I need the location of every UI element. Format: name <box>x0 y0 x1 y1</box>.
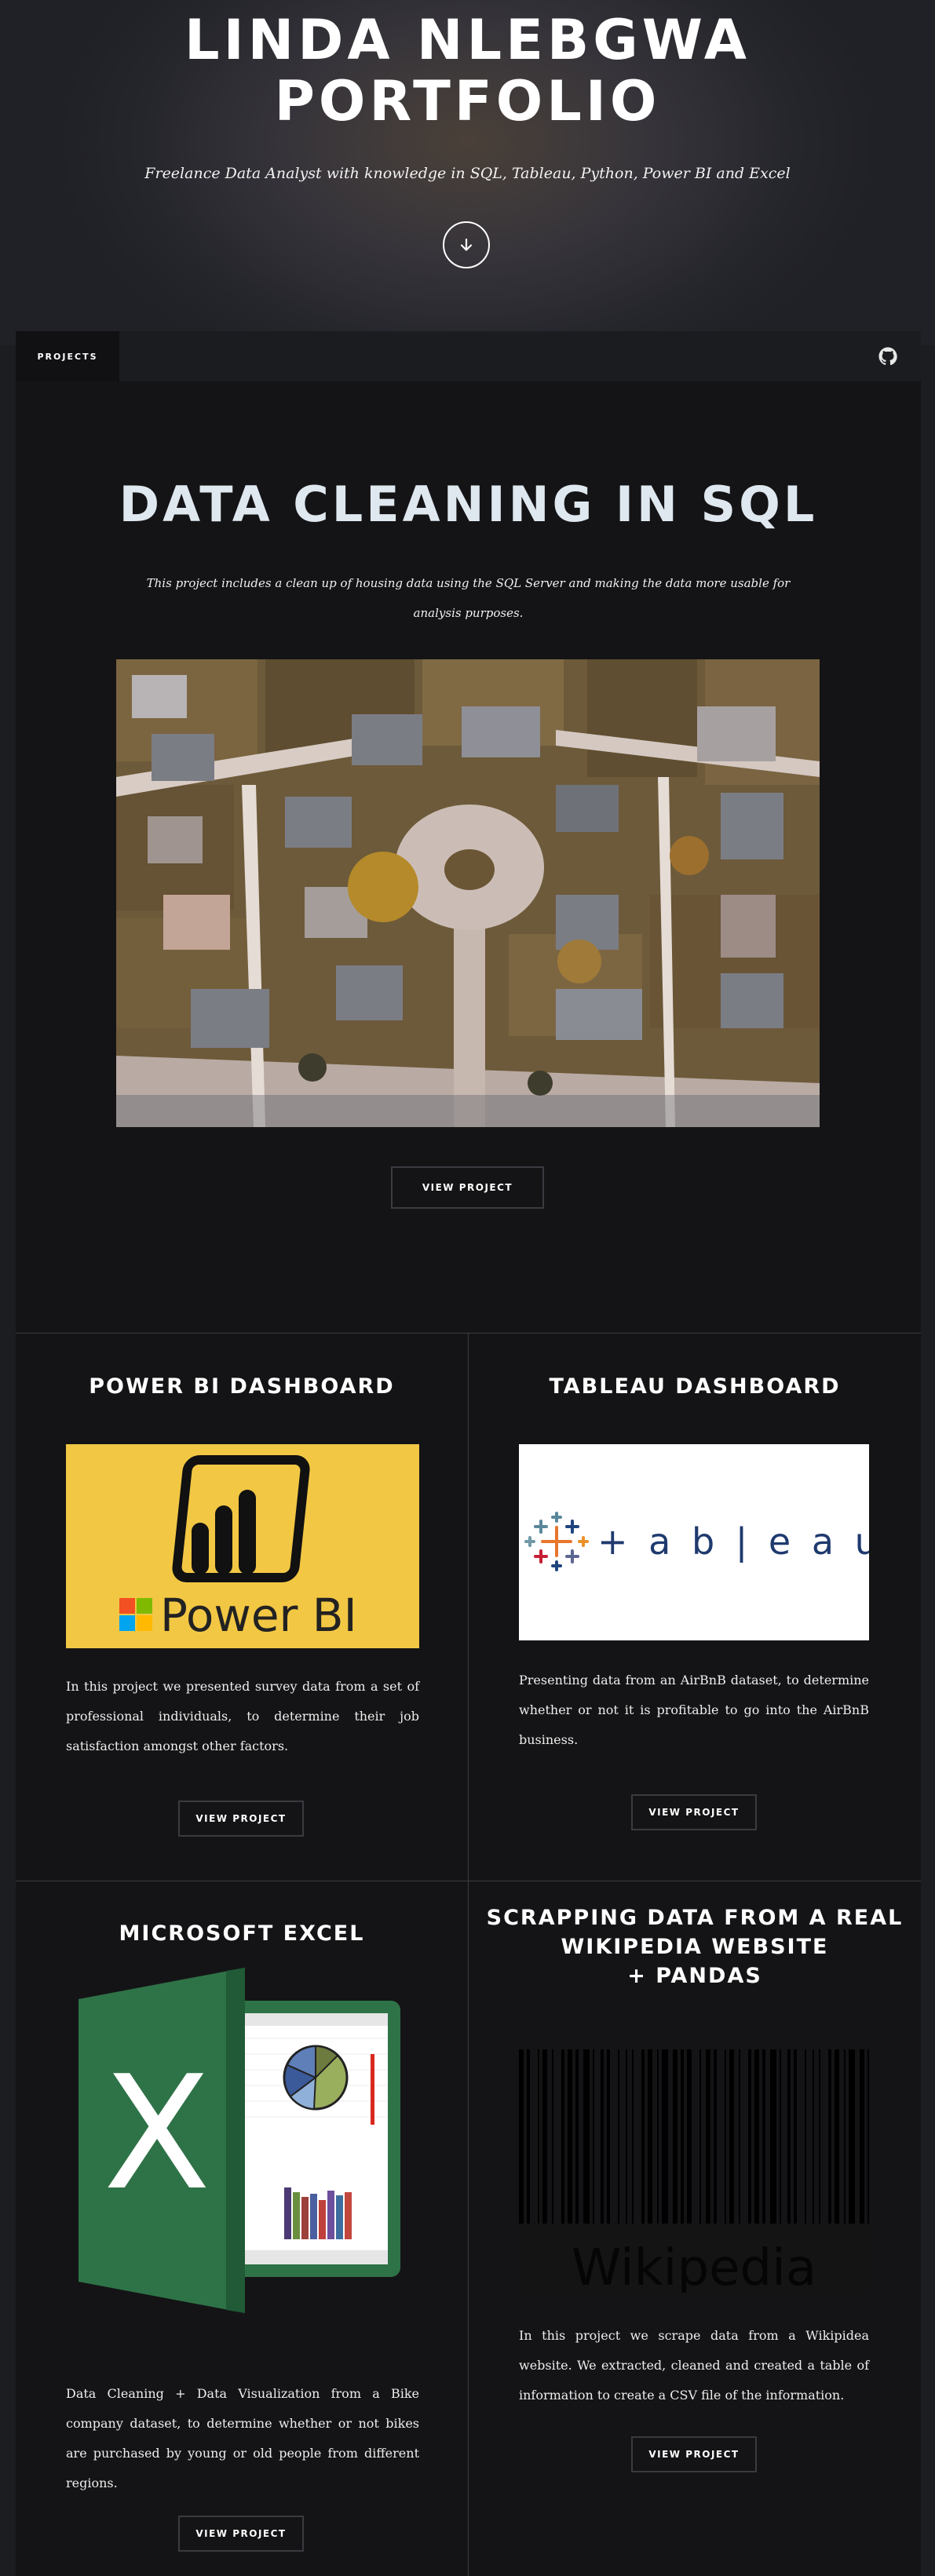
barcode-stripe <box>662 2049 668 2224</box>
barcode-stripe <box>780 2049 781 2224</box>
barcode-stripe <box>770 2049 776 2224</box>
barcode-stripe <box>867 2049 869 2224</box>
hero-banner: LINDA NLEBGWA PORTFOLIO Freelance Data A… <box>0 0 935 345</box>
barcode-stripe <box>835 2049 839 2224</box>
barcode-stripe <box>527 2049 530 2224</box>
featured-description: This project includes a clean up of hous… <box>146 576 791 620</box>
featured-view-project-button[interactable]: VIEW PROJECT <box>391 1166 544 1209</box>
barcode-stripe <box>632 2049 634 2224</box>
project-card-excel: MICROSOFT EXCEL X Data Cleaning + Data V… <box>16 1881 468 2576</box>
excel-logo-image[interactable]: X <box>79 1968 418 2321</box>
barcode-stripe <box>729 2049 734 2224</box>
barcode-stripe <box>561 2049 564 2224</box>
wikipedia-barcode-image[interactable]: Wikipedia <box>519 2049 869 2293</box>
scroll-down-button[interactable] <box>443 221 490 268</box>
barcode-stripe <box>618 2049 619 2224</box>
barcode-stripe <box>754 2049 759 2224</box>
project-card-tableau: TABLEAU DASHBOARD + a b | e a u Presenti… <box>469 1333 921 1881</box>
barcode-stripe <box>583 2049 590 2224</box>
project-description: In this project we presented survey data… <box>66 1679 419 1753</box>
hero-title: LINDA NLEBGWA PORTFOLIO <box>0 9 935 132</box>
barcode-stripe <box>687 2049 692 2224</box>
powerbi-logo-image[interactable]: Power BI <box>66 1444 419 1648</box>
barcode-stripe <box>673 2049 678 2224</box>
project-description: In this project we scrape data from a Wi… <box>519 2328 869 2403</box>
powerbi-logo-text: Power BI <box>160 1589 357 1642</box>
barcode-stripe <box>607 2049 610 2224</box>
barcode-stripe <box>601 2049 604 2224</box>
hero-title-line2: PORTFOLIO <box>274 69 661 133</box>
barcode-stripe <box>748 2049 751 2224</box>
barcode-stripe <box>714 2049 717 2224</box>
barcode-stripe <box>641 2049 645 2224</box>
project-description: Data Cleaning + Data Visualization from … <box>66 2386 419 2490</box>
tableau-view-project-button[interactable]: VIEW PROJECT <box>631 1794 757 1830</box>
barcode-stripe <box>699 2049 701 2224</box>
barcode-stripe <box>819 2049 820 2224</box>
barcode-stripe <box>725 2049 726 2224</box>
barcode-stripe <box>794 2049 797 2224</box>
barcode-stripe <box>657 2049 659 2224</box>
project-title-line3: + PANDAS <box>627 1964 762 1988</box>
barcode-stripe <box>626 2049 627 2224</box>
barcode-stripe <box>849 2049 855 2224</box>
barcode-stripe <box>762 2049 765 2224</box>
project-card-wikipedia: SCRAPPING DATA FROM A REAL WIKIPEDIA WEB… <box>469 1881 921 2576</box>
barcode-stripe <box>542 2049 547 2224</box>
hero-subtitle: Freelance Data Analyst with knowledge in… <box>144 165 791 182</box>
barcode-stripe <box>538 2049 539 2224</box>
barcode-stripe <box>575 2049 579 2224</box>
barcode-stripe <box>648 2049 652 2224</box>
wikipedia-logo-text: Wikipedia <box>572 2239 816 2293</box>
barcode-stripe <box>844 2049 846 2224</box>
housing-aerial-image[interactable] <box>116 659 820 1127</box>
powerbi-view-project-button[interactable]: VIEW PROJECT <box>178 1801 304 1837</box>
barcode-stripe <box>813 2049 814 2224</box>
nav-bar: PROJECTS <box>16 331 921 381</box>
project-title: TABLEAU DASHBOARD <box>549 1374 841 1399</box>
barcode-stripe <box>739 2049 740 2224</box>
hero-title-line1: LINDA NLEBGWA <box>184 8 751 72</box>
tableau-logo-text: + a b | e a u <box>597 1520 869 1563</box>
featured-title: DATA CLEANING IN SQL <box>119 476 818 533</box>
project-title-line1: SCRAPPING DATA FROM A REAL <box>486 1906 904 1930</box>
project-description: Presenting data from an AirBnB dataset, … <box>519 1673 869 1747</box>
barcode-stripe <box>828 2049 831 2224</box>
barcode-stripe <box>681 2049 684 2224</box>
barcode-stripe <box>568 2049 572 2224</box>
project-title: POWER BI DASHBOARD <box>89 1374 395 1399</box>
barcode-stripe <box>706 2049 710 2224</box>
project-title: MICROSOFT EXCEL <box>119 1921 365 1946</box>
arrow-down-icon <box>460 238 473 251</box>
barcode-stripe <box>805 2049 806 2224</box>
main-wrapper: PROJECTS DATA CLEANING IN SQL This proje… <box>16 331 921 2576</box>
barcode-stripe <box>552 2049 553 2224</box>
wikipedia-view-project-button[interactable]: VIEW PROJECT <box>631 2436 757 2472</box>
tab-projects[interactable]: PROJECTS <box>16 331 119 381</box>
barcode-stripe <box>860 2049 864 2224</box>
barcode-stripe <box>787 2049 791 2224</box>
project-card-powerbi: POWER BI DASHBOARD Power BI In this proj… <box>16 1333 468 1881</box>
barcode-stripe <box>593 2049 594 2224</box>
excel-view-project-button[interactable]: VIEW PROJECT <box>178 2516 304 2552</box>
project-title-line2: WIKIPEDIA WEBSITE <box>561 1935 829 1959</box>
excel-logo-text: X <box>103 2042 210 2225</box>
project-title: SCRAPPING DATA FROM A REAL WIKIPEDIA WEB… <box>469 1903 921 1990</box>
tableau-logo-image[interactable]: + a b | e a u <box>519 1444 869 1640</box>
featured-project: DATA CLEANING IN SQL This project includ… <box>16 381 921 1334</box>
github-icon[interactable] <box>878 347 897 366</box>
barcode-stripe <box>519 2049 524 2224</box>
